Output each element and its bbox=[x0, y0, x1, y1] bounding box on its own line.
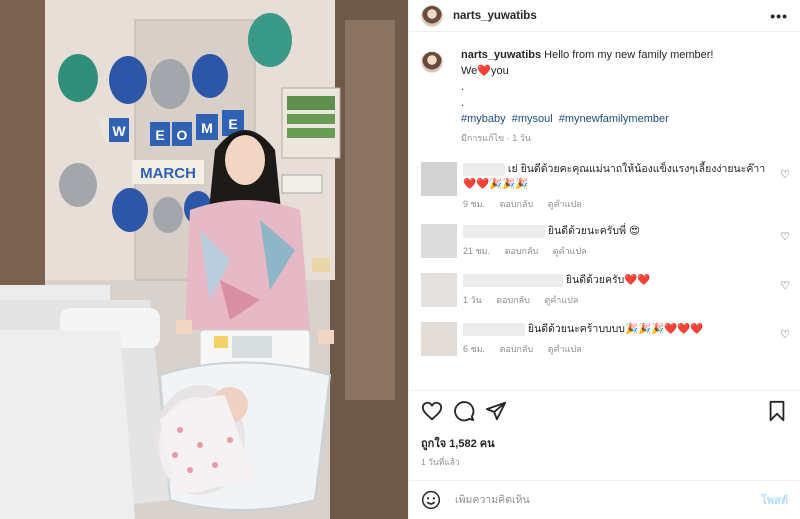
translate-button[interactable]: ดูคำแปล bbox=[553, 246, 587, 256]
heart-icon[interactable]: ♡ bbox=[780, 279, 790, 292]
avatar[interactable] bbox=[421, 4, 443, 27]
header-username[interactable]: narts_yuwatibs bbox=[453, 10, 537, 22]
name-text: MARCH bbox=[140, 165, 196, 182]
comment-icon[interactable] bbox=[453, 400, 475, 422]
comment-text: ยินดีด้วยนะครับพี่ bbox=[547, 225, 627, 237]
blurred-username bbox=[463, 162, 505, 176]
heart-icon[interactable]: ♡ bbox=[780, 168, 790, 181]
photo-scene: W E O M E MARCH bbox=[0, 0, 408, 519]
caption-username[interactable]: narts_yuwatibs bbox=[461, 49, 541, 61]
avatar[interactable] bbox=[421, 51, 443, 73]
post-button[interactable]: โพสต์ bbox=[761, 491, 788, 509]
emoji-icon[interactable] bbox=[421, 490, 441, 510]
caption-text: Hello from my new family member! bbox=[544, 49, 714, 61]
comment-item: เย่ ยินดีด้วยคะคุณแม่นาถให้น้องแข็งแรงๆเ… bbox=[409, 162, 800, 212]
comment-text: เย่ ยินดีด้วยคะคุณแม่นาถให้น้องแข็งแรงๆเ… bbox=[507, 163, 766, 175]
translate-button[interactable]: ดูคำแปล bbox=[544, 295, 578, 305]
posted-time: 1 วันที่แล้ว bbox=[421, 457, 460, 467]
comment-time: 6 ชม. bbox=[463, 344, 486, 354]
blurred-username bbox=[463, 224, 545, 238]
translate-button[interactable]: ดูคำแปล bbox=[548, 344, 582, 354]
more-icon[interactable]: ••• bbox=[770, 8, 788, 24]
comment-emojis: ❤️❤️🎉🎉🎉 bbox=[463, 178, 529, 190]
reply-button[interactable]: ตอบกลับ bbox=[500, 199, 534, 209]
reply-button[interactable]: ตอบกลับ bbox=[500, 344, 534, 354]
post-sidebar: narts_yuwatibs ••• narts_yuwatibs Hello … bbox=[408, 0, 800, 519]
name-banner: MARCH bbox=[132, 160, 204, 184]
comment-text: ยินดีด้วยนะคร้าบบบบ bbox=[527, 323, 625, 335]
blurred-username bbox=[463, 322, 525, 336]
comment-emojis: 😍 bbox=[628, 225, 640, 237]
likes-count[interactable]: ถูกใจ 1,582 คน bbox=[421, 434, 495, 452]
comment-text: ยินดีด้วยครับ bbox=[565, 274, 625, 286]
hashtags: #mybaby #mysoul #mynewfamilymember bbox=[461, 111, 713, 127]
caption-line2-post: you bbox=[491, 65, 509, 77]
comment-emojis: 🎉🎉🎉❤️❤️❤️ bbox=[624, 323, 704, 335]
post-photo[interactable]: W E O M E MARCH bbox=[0, 0, 408, 519]
comment-input[interactable] bbox=[455, 494, 761, 506]
heart-icon[interactable]: ♡ bbox=[780, 230, 790, 243]
banner-letter: W bbox=[112, 123, 126, 139]
comment-emojis: ❤️❤️ bbox=[624, 274, 651, 286]
comment-item: ยินดีด้วยครับ❤️❤️ 1 วัน ตอบกลับ ดูคำแปล … bbox=[409, 273, 800, 308]
translate-button[interactable]: ดูคำแปล bbox=[548, 199, 582, 209]
banner-letter: E bbox=[228, 116, 237, 132]
reply-button[interactable]: ตอบกลับ bbox=[496, 295, 530, 305]
comments-scroll[interactable]: narts_yuwatibs Hello from my new family … bbox=[409, 33, 800, 391]
blurred-username bbox=[463, 273, 563, 287]
bookmark-icon[interactable] bbox=[766, 400, 788, 422]
hospital-bed bbox=[0, 285, 170, 519]
comment-item: ยินดีด้วยนะครับพี่ 😍 21 ชม. ตอบกลับ ดูคำ… bbox=[409, 224, 800, 259]
avatar[interactable] bbox=[421, 273, 457, 307]
comment-composer: โพสต์ bbox=[409, 480, 800, 519]
hashtag-link[interactable]: #mysoul bbox=[512, 113, 553, 125]
comment-time: 1 วัน bbox=[463, 295, 482, 305]
banner-letter: O bbox=[177, 127, 188, 143]
hashtag-link[interactable]: #mybaby bbox=[461, 113, 506, 125]
caption: narts_yuwatibs Hello from my new family … bbox=[409, 33, 800, 146]
caption-dot: . bbox=[461, 97, 465, 109]
heart-emoji: ❤️ bbox=[477, 65, 492, 77]
caption-dot: . bbox=[461, 81, 465, 93]
heart-icon[interactable] bbox=[421, 400, 443, 422]
avatar[interactable] bbox=[421, 322, 457, 356]
caption-meta: มีการแก้ไข · 1 วัน bbox=[461, 133, 531, 143]
comment-time: 9 ชม. bbox=[463, 199, 486, 209]
hashtag-link[interactable]: #mynewfamilymember bbox=[559, 113, 669, 125]
avatar[interactable] bbox=[421, 224, 457, 258]
share-icon[interactable] bbox=[485, 400, 507, 422]
comment-item: ยินดีด้วยนะคร้าบบบบ🎉🎉🎉❤️❤️❤️ 6 ชม. ตอบกล… bbox=[409, 322, 800, 357]
action-bar bbox=[421, 396, 788, 426]
reply-button[interactable]: ตอบกลับ bbox=[505, 246, 539, 256]
post-header: narts_yuwatibs ••• bbox=[409, 0, 800, 32]
banner-letter: M bbox=[201, 120, 213, 136]
avatar[interactable] bbox=[421, 162, 457, 196]
banner-letter: E bbox=[155, 127, 164, 143]
caption-line2-pre: We bbox=[461, 65, 478, 77]
comment-time: 21 ชม. bbox=[463, 246, 491, 256]
heart-icon[interactable]: ♡ bbox=[780, 328, 790, 341]
